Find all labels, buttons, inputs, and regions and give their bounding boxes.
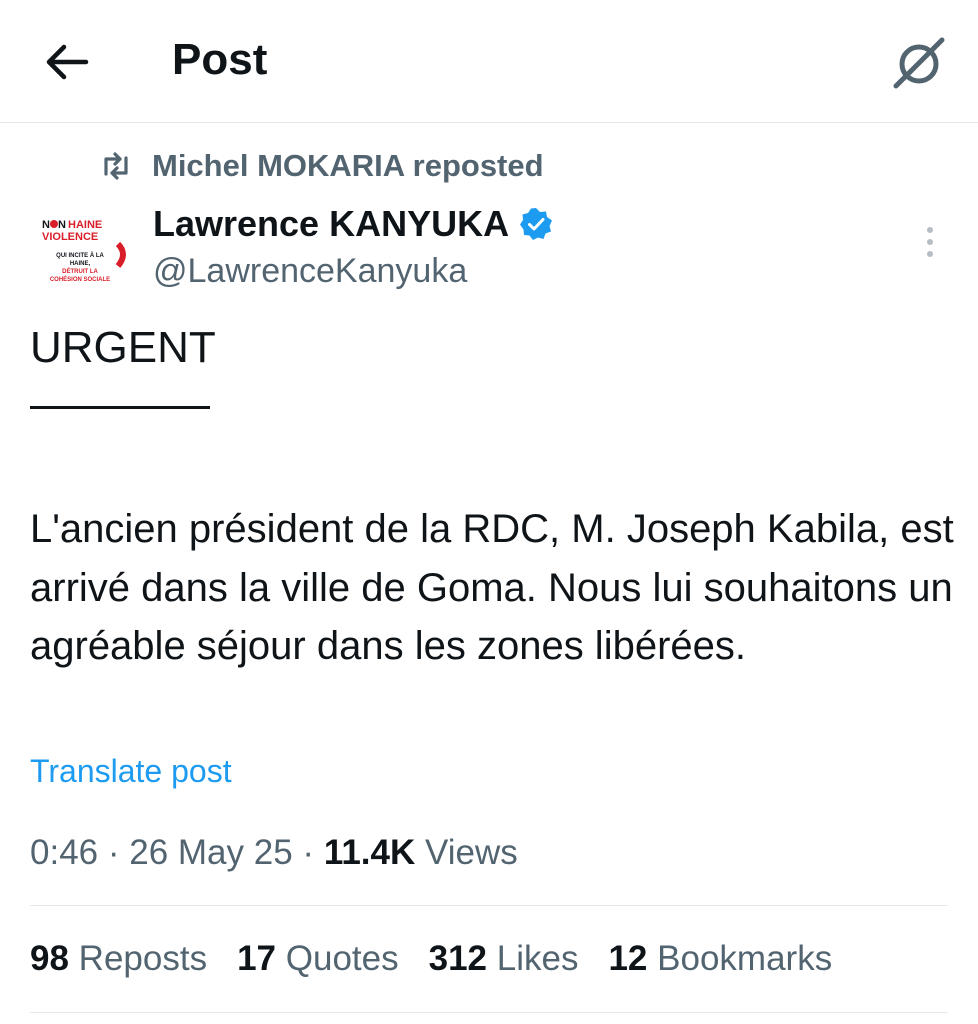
stat-count: 312 [428, 939, 488, 978]
avatar-image: N N HAINE VIOLENCE QUI INCITE À LA HAINE… [30, 204, 130, 304]
post-date: 26 May 25 [129, 833, 293, 872]
stat-bookmarks[interactable]: 12 Bookmarks [608, 934, 832, 984]
avatar-text-haine: HAINE [68, 219, 102, 231]
author-name-text: Lawrence KANYUKA [153, 203, 510, 244]
avatar-text-3: QUI INCITE À LA [56, 252, 104, 259]
post-headline: URGENT [30, 323, 216, 372]
page-title: Post [172, 35, 268, 84]
stat-count: 12 [608, 939, 648, 978]
post-meta: 0:46 · 26 May 25 · 11.4K Views [30, 828, 518, 878]
divider [30, 1012, 948, 1013]
avatar-text-6: COHÉSION SOCIALE [50, 275, 110, 283]
author-handle[interactable]: @LawrenceKanyuka [153, 248, 467, 294]
meta-separator: · [107, 833, 120, 872]
avatar-text-4: HAINE, [70, 261, 91, 267]
repost-text: Michel MOKARIA reposted [152, 148, 544, 183]
stat-count: 98 [30, 939, 69, 978]
meta-separator: · [302, 833, 315, 872]
grok-icon [893, 37, 945, 89]
avatar-text-n1: N [42, 219, 50, 231]
verified-badge-icon [520, 208, 553, 240]
translate-post-link[interactable]: Translate post [30, 748, 232, 794]
grok-button[interactable] [884, 28, 954, 98]
stat-label: Quotes [285, 939, 399, 978]
stat-label: Reposts [78, 939, 208, 978]
author-name[interactable]: Lawrence KANYUKA [153, 200, 553, 248]
divider [30, 905, 948, 906]
more-options-button[interactable] [912, 222, 948, 262]
stat-label: Bookmarks [657, 939, 833, 978]
stat-likes[interactable]: 312 Likes [429, 934, 579, 984]
back-button[interactable] [40, 34, 96, 90]
stat-reposts[interactable]: 98 Reposts [30, 934, 207, 984]
stat-label: Likes [496, 939, 579, 978]
arrow-left-icon [46, 44, 89, 80]
views-count: 11.4K [323, 833, 416, 872]
avatar[interactable]: N N HAINE VIOLENCE QUI INCITE À LA HAINE… [30, 204, 130, 304]
post-time: 0:46 [30, 833, 99, 872]
stat-quotes[interactable]: 17 Quotes [237, 934, 399, 984]
views-label: Views [425, 833, 518, 872]
stat-count: 17 [237, 939, 277, 978]
repost-indicator[interactable]: Michel MOKARIA reposted [96, 142, 544, 190]
avatar-text-violence: VIOLENCE [42, 231, 98, 243]
more-vertical-icon [927, 227, 933, 257]
post-body: L'ancien président de la RDC, M. Joseph … [30, 507, 954, 668]
engagement-stats: 98 Reposts 17 Quotes 312 Likes 12 Bookma… [30, 934, 862, 984]
headline-underline [30, 406, 210, 409]
avatar-text-5: DÉTRUIT LA [62, 267, 98, 275]
repost-icon [104, 152, 128, 180]
avatar-heart [50, 220, 58, 228]
top-bar: Post [0, 0, 978, 123]
avatar-text-n2: N [58, 219, 66, 231]
